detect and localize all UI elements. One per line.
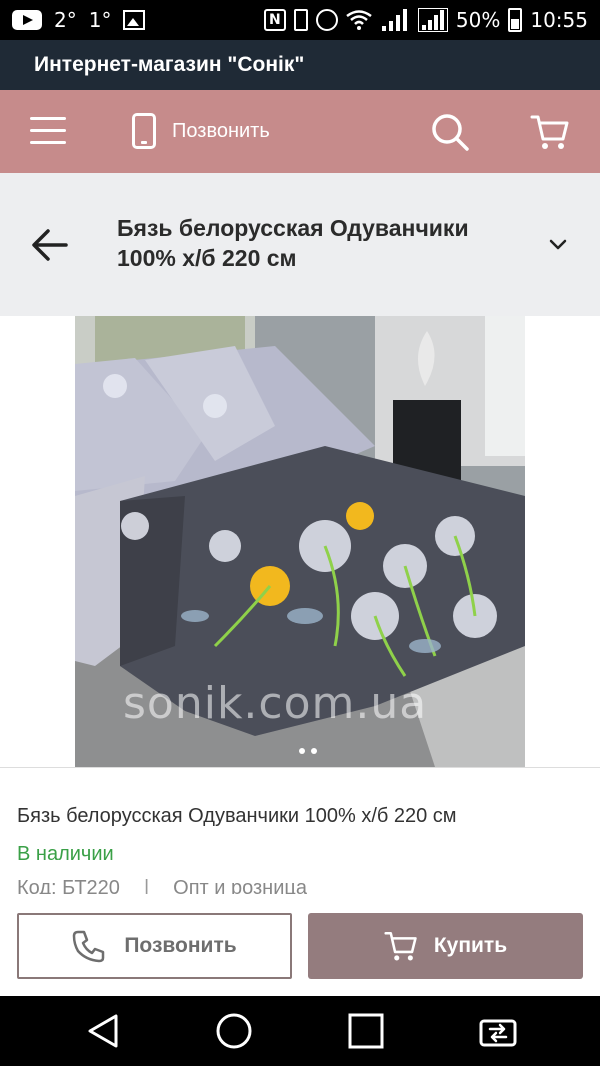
site-title: Интернет-магазин "Сонік" xyxy=(34,53,305,76)
call-button[interactable]: Позвонить xyxy=(17,913,292,979)
recents-icon[interactable] xyxy=(346,1011,386,1051)
product-nav-title: Бязь белорусская Одуванчики 100% х/б 220… xyxy=(117,215,469,271)
nfc-icon: N xyxy=(263,9,286,31)
header-call-label: Позвонить xyxy=(172,119,270,142)
signal-icon-2 xyxy=(417,8,448,32)
weather-temp-primary: 2° xyxy=(54,8,77,32)
menu-icon-line xyxy=(30,129,66,132)
weather-temp-secondary: 1° xyxy=(88,8,112,32)
dual-window-icon[interactable] xyxy=(478,1011,518,1051)
header-call-link[interactable]: Позвонить xyxy=(132,108,270,154)
smartphone-icon xyxy=(132,113,156,149)
header: Позвонить xyxy=(0,90,600,173)
menu-icon-line xyxy=(30,141,66,144)
buy-button-label: Купить xyxy=(433,934,508,957)
search-icon[interactable] xyxy=(430,112,470,152)
divider xyxy=(0,767,600,768)
system-nav-bar xyxy=(0,996,600,1066)
stock-status: В наличии xyxy=(17,843,114,865)
product-sale-type: Опт и розница xyxy=(173,877,307,894)
phone-icon xyxy=(73,930,105,963)
watermark-text: sonik.com.ua xyxy=(123,678,428,729)
product-meta: Код: БТ220 | Опт и розница xyxy=(17,877,307,894)
back-arrow-icon[interactable] xyxy=(30,225,70,265)
status-right: N 50% 10:55 xyxy=(263,8,588,32)
youtube-icon xyxy=(12,10,42,30)
menu-icon xyxy=(30,117,66,120)
back-icon[interactable] xyxy=(84,1011,124,1051)
product-name: Бязь белорусская Одуванчики 100% х/б 220… xyxy=(17,805,457,827)
alarm-icon xyxy=(315,9,338,31)
meta-separator: | xyxy=(143,877,150,894)
wifi-icon xyxy=(346,10,372,30)
buy-button[interactable]: Купить xyxy=(308,913,583,979)
product-nav: Бязь белорусская Одуванчики 100% х/б 220… xyxy=(0,173,600,316)
status-bar: 2° 1° N 50% 10:55 xyxy=(0,0,600,40)
battery-icon xyxy=(508,8,523,32)
pagination-dot[interactable] xyxy=(299,748,305,754)
battery-percent: 50% xyxy=(455,8,501,32)
cart-icon xyxy=(384,931,417,961)
screen: 2° 1° N 50% 10:55 Интернет-магазин "Соні… xyxy=(0,0,600,1066)
product-image[interactable]: sonik.com.ua xyxy=(75,316,525,767)
pagination-dot[interactable] xyxy=(311,748,317,754)
clock-time: 10:55 xyxy=(530,8,588,32)
chevron-down-icon[interactable] xyxy=(546,233,570,257)
gallery-pagination xyxy=(299,748,317,754)
call-button-label: Позвонить xyxy=(124,934,237,957)
product-gallery[interactable]: sonik.com.ua xyxy=(0,316,600,767)
product-code: Код: БТ220 xyxy=(17,877,120,894)
cart-icon[interactable] xyxy=(530,112,570,152)
menu-button[interactable] xyxy=(30,117,66,145)
action-bar: Позвонить Купить xyxy=(0,897,600,996)
site-title-bar: Интернет-магазин "Сонік" xyxy=(0,40,600,90)
status-left: 2° 1° xyxy=(12,8,146,32)
image-icon xyxy=(123,10,146,30)
signal-icon xyxy=(381,9,407,31)
vibrate-icon xyxy=(293,9,308,31)
home-icon[interactable] xyxy=(214,1011,254,1051)
